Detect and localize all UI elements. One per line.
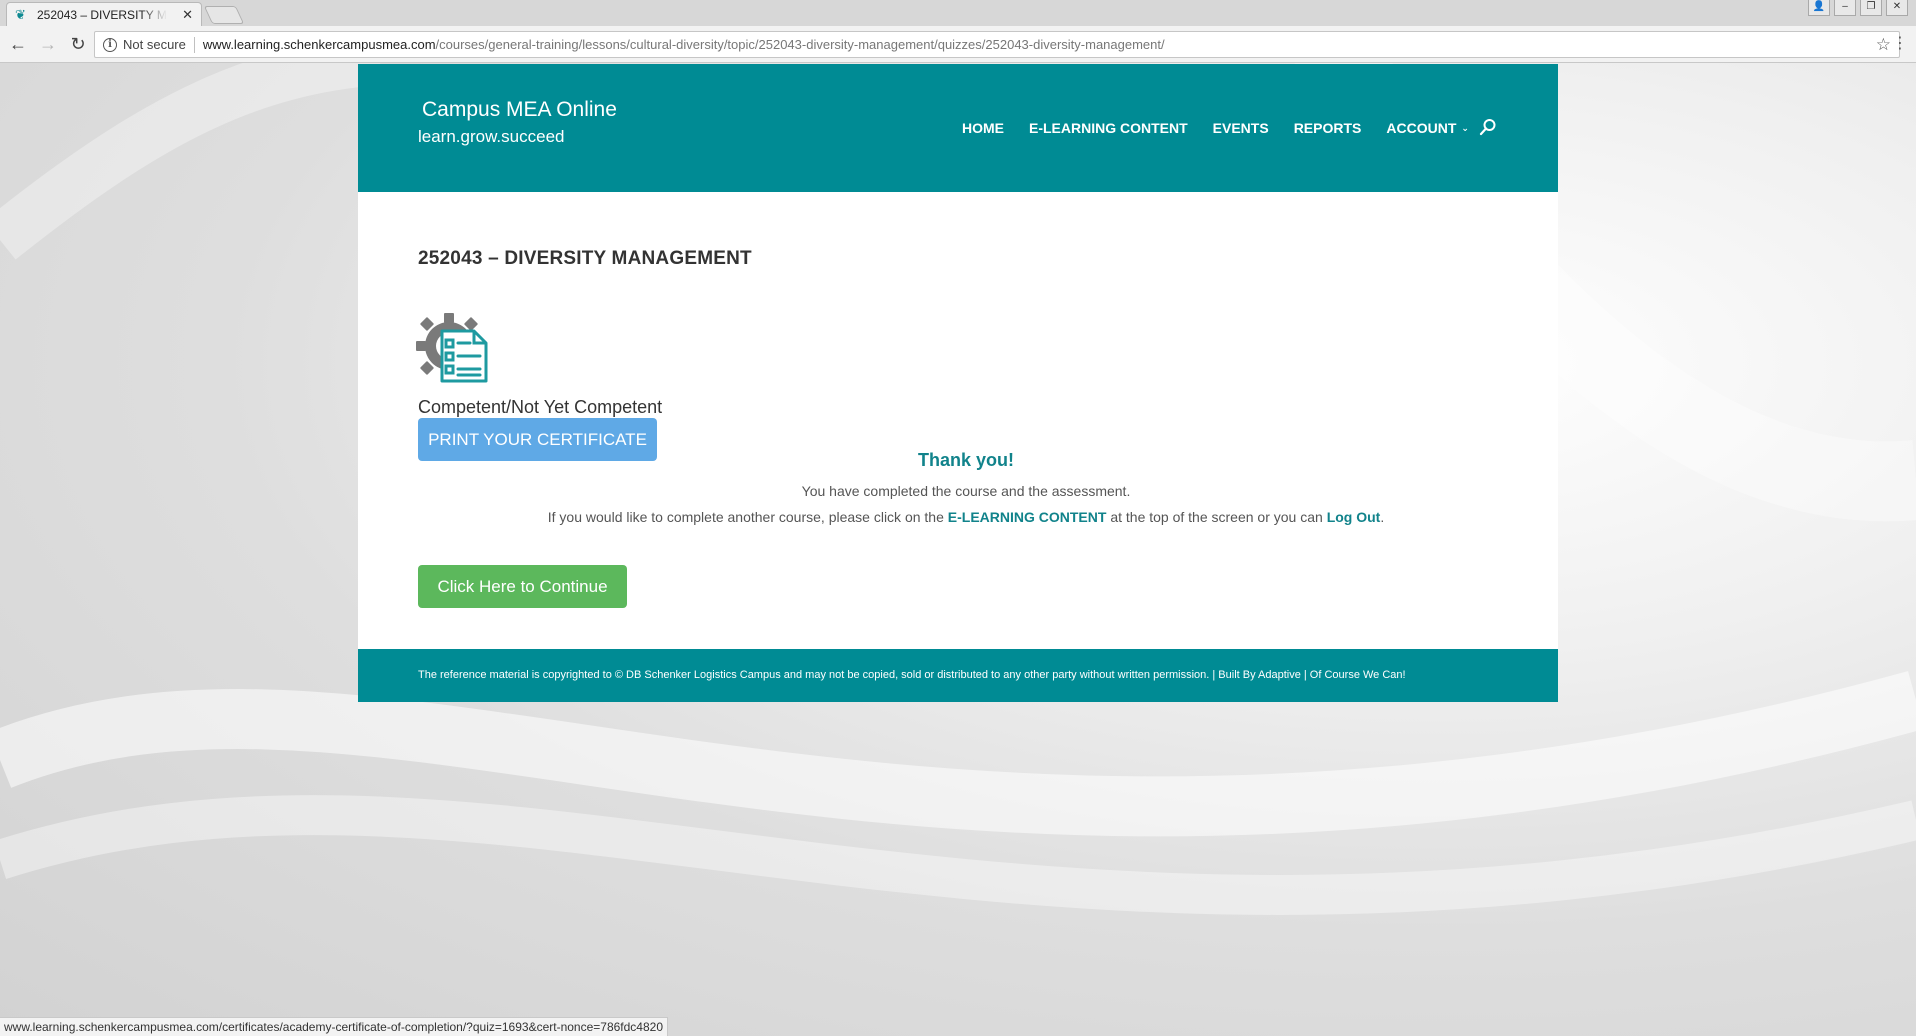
main-content: 252043 – DIVERSITY MANAGEMENT Competent/… <box>358 192 1558 649</box>
url-text[interactable]: www.learning.schenkercampusmea.com/cours… <box>203 37 1165 52</box>
reload-icon[interactable]: ↻ <box>66 32 90 56</box>
close-window-icon[interactable]: ✕ <box>1886 0 1908 16</box>
browser-menu-icon[interactable]: ⋮ <box>1892 34 1908 54</box>
url-host: www.learning.schenkercampusmea.com <box>202 37 436 52</box>
next-course-suffix: . <box>1380 509 1385 525</box>
omnibox-divider <box>193 36 195 53</box>
thank-you-heading: Thank you! <box>917 450 1014 470</box>
tab-close-icon[interactable]: ✕ <box>182 7 193 23</box>
quiz-checklist-gear-icon <box>416 313 488 383</box>
chevron-down-icon: ⌄ <box>1461 123 1469 133</box>
nav-item-home[interactable]: HOME <box>962 120 1004 136</box>
browser-tab[interactable]: ❦ 252043 – DIVERSITY MANAGEMENT ✕ <box>6 2 202 26</box>
result-label: Competent/Not Yet Competent <box>418 397 663 417</box>
site-favicon-icon: ❦ <box>15 6 26 22</box>
search-icon[interactable] <box>1479 118 1497 136</box>
address-bar[interactable]: i Not secure www.learning.schenkercampus… <box>94 31 1900 58</box>
next-course-prefix: If you would like to complete another co… <box>547 509 948 525</box>
nav-item-account-label: ACCOUNT <box>1386 120 1457 136</box>
window-controls: 👤 – ❐ ✕ <box>1808 0 1908 16</box>
page-title: 252043 – DIVERSITY MANAGEMENT <box>418 248 752 269</box>
info-icon[interactable]: i <box>103 37 117 52</box>
nav-item-events[interactable]: EVENTS <box>1213 120 1269 136</box>
restore-icon[interactable]: ❐ <box>1860 0 1882 16</box>
back-arrow-icon[interactable]: ← <box>6 32 30 56</box>
url-path: /courses/general-training/lessons/cultur… <box>435 37 1165 52</box>
site-title[interactable]: Campus MEA Online <box>422 98 617 122</box>
site-header: Campus MEA Online learn.grow.succeed HOM… <box>358 64 1558 192</box>
completion-message: You have completed the course and the as… <box>801 483 1131 499</box>
e-learning-content-link[interactable]: E-LEARNING CONTENT <box>948 509 1107 525</box>
nav-item-e-learning-content[interactable]: E-LEARNING CONTENT <box>1029 120 1188 136</box>
user-profile-icon[interactable]: 👤 <box>1808 0 1830 16</box>
browser-toolbar: ← → ↻ i Not secure www.learning.schenker… <box>0 26 1916 63</box>
minimize-icon[interactable]: – <box>1834 0 1856 16</box>
next-course-message: If you would like to complete another co… <box>358 509 1558 525</box>
next-course-middle: at the top of the screen or you can <box>1106 509 1327 525</box>
new-tab-button[interactable] <box>203 6 245 24</box>
tab-title: 252043 – DIVERSITY MANAGEMENT <box>37 7 167 22</box>
nav-item-account[interactable]: ACCOUNT ⌄ <box>1386 120 1469 136</box>
forward-arrow-icon[interactable]: → <box>36 32 60 56</box>
continue-button[interactable]: Click Here to Continue <box>418 565 627 608</box>
footer-copyright: The reference material is copyrighted to… <box>418 669 1406 681</box>
main-nav: HOME E-LEARNING CONTENT EVENTS REPORTS A… <box>962 120 1494 136</box>
browser-tabstrip: ❦ 252043 – DIVERSITY MANAGEMENT ✕ 👤 – ❐ … <box>0 0 1916 26</box>
status-bar-url: www.learning.schenkercampusmea.com/certi… <box>0 1017 669 1036</box>
log-out-link[interactable]: Log Out <box>1327 509 1381 525</box>
site-footer: The reference material is copyrighted to… <box>358 649 1558 702</box>
security-label: Not secure <box>123 37 186 52</box>
nav-item-reports[interactable]: REPORTS <box>1294 120 1362 136</box>
site-tagline: learn.grow.succeed <box>418 127 565 146</box>
bookmark-star-icon[interactable]: ☆ <box>1876 35 1891 55</box>
